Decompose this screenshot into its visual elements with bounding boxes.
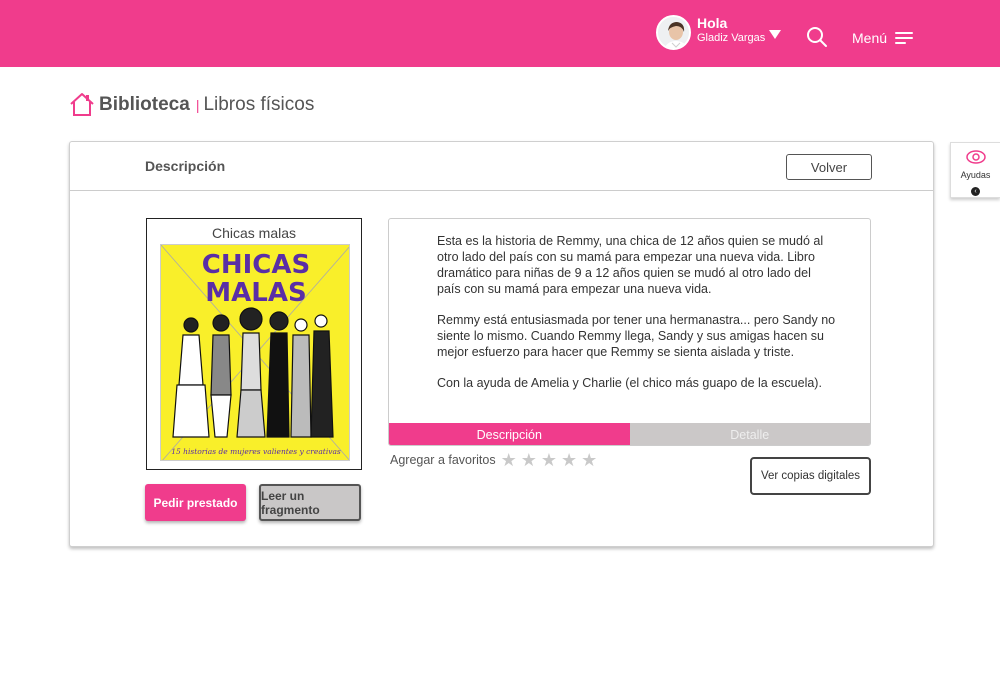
book-cover[interactable]: CHICAS MALAS 15 historias de mujeres val… (160, 244, 350, 461)
star-icon[interactable]: ★ (521, 451, 537, 469)
menu-button[interactable]: Menú (852, 29, 914, 47)
back-button[interactable]: Volver (786, 154, 872, 180)
star-icon[interactable]: ★ (541, 451, 557, 469)
hamburger-icon (895, 29, 914, 47)
breadcrumb: Biblioteca | Libros físicos (69, 92, 314, 117)
page-title[interactable]: Biblioteca (99, 93, 190, 117)
user-greeting[interactable]: Hola Gladiz Vargas (697, 15, 765, 45)
favorites-label: Agregar a favoritos (390, 453, 496, 467)
top-bar: Hola Gladiz Vargas Menú (0, 0, 1000, 67)
cover-title-line1: CHICAS (202, 250, 310, 280)
greeting-text: Hola (697, 15, 728, 31)
tab-detail[interactable]: Detalle (629, 423, 870, 445)
book-cover-illustration: CHICAS MALAS 15 historias de mujeres val… (161, 245, 349, 460)
cover-title-line2: MALAS (205, 278, 306, 308)
user-name: Gladiz Vargas (697, 32, 766, 44)
book-detail-card: Descripción Volver Chicas malas CHICAS M… (69, 141, 934, 547)
description-text: Esta es la historia de Remmy, una chica … (437, 233, 837, 406)
book-frame: Chicas malas CHICAS MALAS 15 historias d… (146, 218, 362, 470)
menu-label: Menú (852, 30, 888, 46)
description-paragraph: Esta es la historia de Remmy, una chica … (437, 234, 824, 296)
card-header: Descripción Volver (70, 142, 933, 191)
description-panel: Esta es la historia de Remmy, una chica … (388, 218, 871, 446)
star-icon[interactable]: ★ (501, 451, 517, 469)
description-paragraph: Con la ayuda de Amelia y Charlie (el chi… (437, 376, 822, 390)
help-tab[interactable]: Ayudas ‹ (950, 142, 1000, 198)
favorites-rating: Agregar a favoritos ★ ★ ★ ★ ★ (390, 451, 601, 469)
star-icon[interactable]: ★ (581, 451, 597, 469)
user-dropdown-chevron-icon[interactable] (769, 30, 781, 39)
card-title: Descripción (145, 158, 226, 174)
star-icon[interactable]: ★ (561, 451, 577, 469)
tab-description[interactable]: Descripción (389, 423, 630, 445)
avatar[interactable] (656, 15, 691, 50)
description-paragraph: Remmy está entusiasmada por tener una he… (437, 313, 836, 359)
breadcrumb-separator: | (195, 97, 200, 113)
description-tabs: Descripción Detalle (389, 423, 870, 445)
user-avatar-icon (658, 17, 689, 48)
home-icon[interactable] (69, 92, 95, 117)
help-label: Ayudas (960, 170, 991, 180)
digital-copies-button[interactable]: Ver copias digitales (750, 457, 871, 495)
search-icon[interactable] (806, 26, 828, 48)
read-fragment-button[interactable]: Leer un fragmento (259, 484, 361, 521)
book-title: Chicas malas (211, 225, 297, 241)
chevron-left-icon: ‹ (971, 187, 980, 196)
page-subtitle: Libros físicos (203, 94, 315, 115)
borrow-button[interactable]: Pedir prestado (145, 484, 246, 521)
eye-icon (965, 150, 986, 164)
cover-subtitle: 15 historias de mujeres valientes y crea… (171, 447, 341, 456)
